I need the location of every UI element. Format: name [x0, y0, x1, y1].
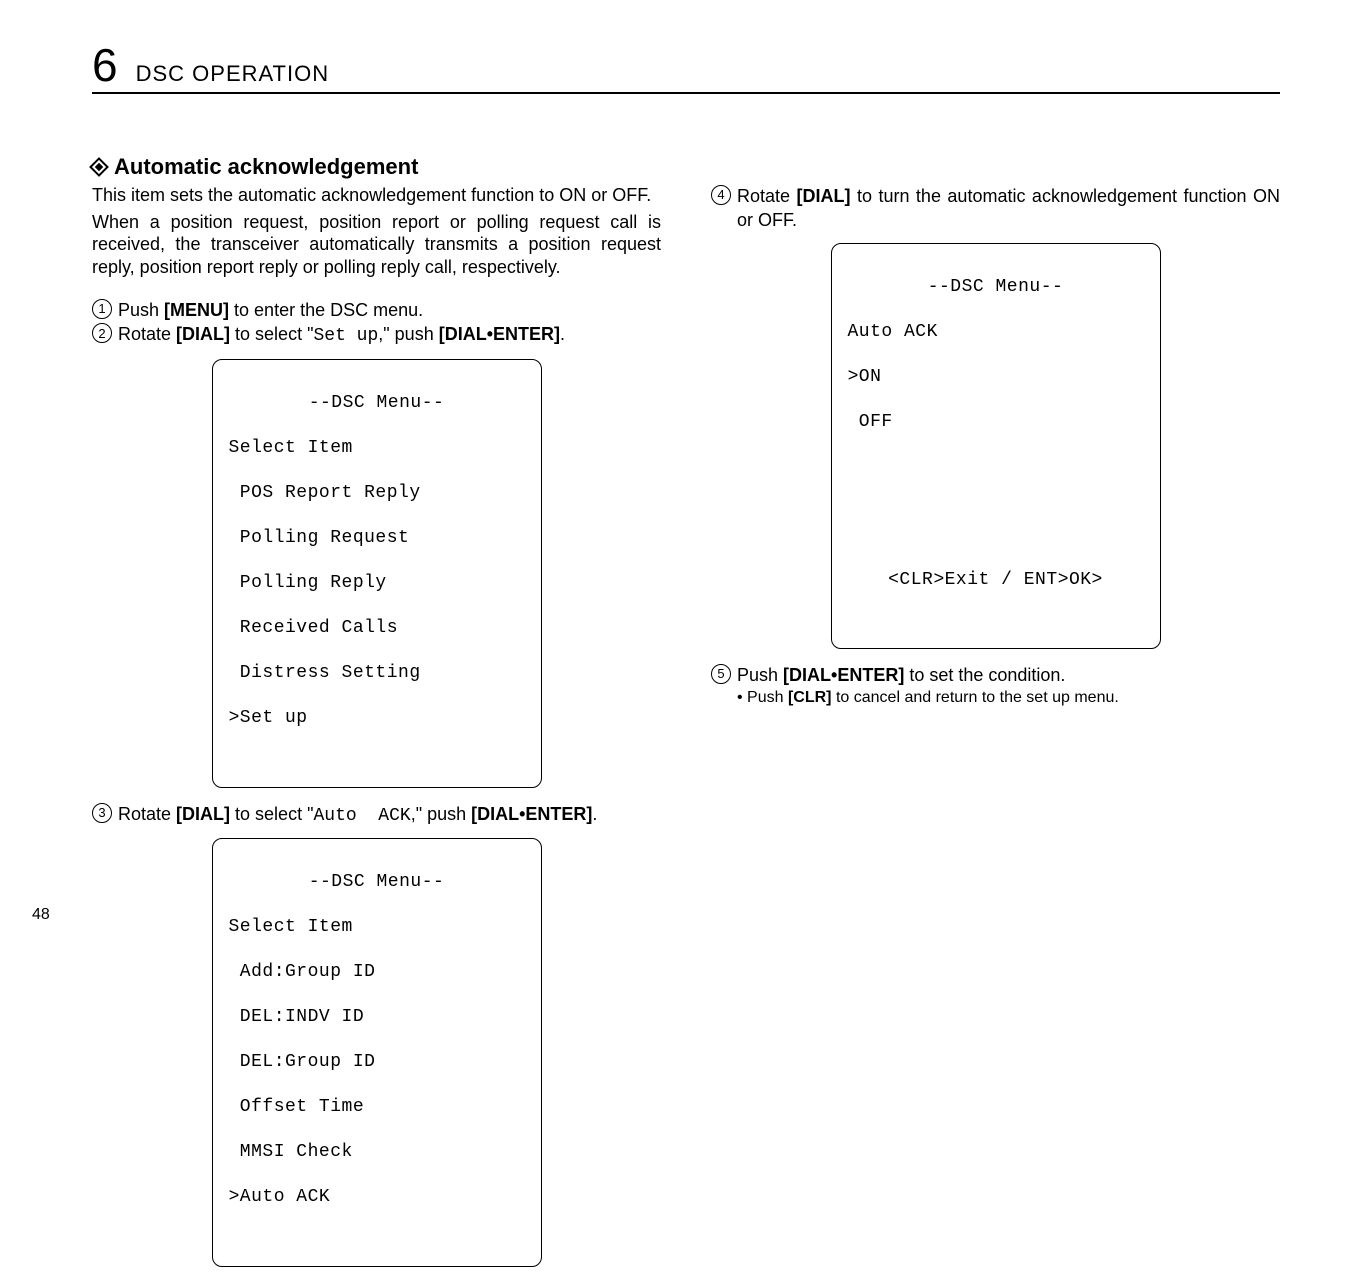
step-5: 5 Push [DIAL•ENTER] to set the condition… — [711, 663, 1280, 687]
section-heading: Automatic acknowledgement — [92, 154, 661, 180]
step-1-text: Push [MENU] to enter the DSC menu. — [118, 298, 661, 322]
lcd-screen-3: --DSC Menu-- Auto ACK ˃ON OFF <CLR˃Exit … — [831, 243, 1161, 650]
step-number-1: 1 — [92, 299, 112, 319]
step-5-substep-text: • Push [CLR] to cancel and return to the… — [737, 687, 1280, 709]
lcd2-line: Offset Time — [229, 1096, 525, 1119]
lcd3-line: OFF — [848, 411, 1144, 434]
right-column: 4 Rotate [DIAL] to turn the automatic ac… — [711, 154, 1280, 1279]
step-5-text: Push [DIAL•ENTER] to set the condition. — [737, 663, 1280, 687]
intro-paragraph-2: When a position request, position report… — [92, 211, 661, 279]
step-number-3: 3 — [92, 803, 112, 823]
lcd2-line: DEL:INDV ID — [229, 1006, 525, 1029]
step-3: 3 Rotate [DIAL] to select "Auto ACK," pu… — [92, 802, 661, 828]
step-2: 2 Rotate [DIAL] to select "Set up," push… — [92, 322, 661, 348]
lcd-screen-2: --DSC Menu-- Select Item Add:Group ID DE… — [212, 838, 542, 1267]
chapter-title: DSC OPERATION — [136, 61, 330, 87]
step-4-text: Rotate [DIAL] to turn the automatic ackn… — [737, 184, 1280, 233]
lcd2-line: Select Item — [229, 916, 525, 939]
diamond-icon — [89, 157, 109, 177]
lcd2-line: MMSI Check — [229, 1141, 525, 1164]
lcd2-line: DEL:Group ID — [229, 1051, 525, 1074]
intro-paragraph-1: This item sets the automatic acknowledge… — [92, 184, 661, 207]
lcd3-line: Auto ACK — [848, 321, 1144, 344]
step-number-5: 5 — [711, 664, 731, 684]
lcd1-line: Polling Request — [229, 527, 525, 550]
lcd3-footer: <CLR˃Exit / ENT˃OK> — [848, 569, 1144, 592]
step-5-substep: • Push [CLR] to cancel and return to the… — [737, 687, 1280, 709]
page: 6 DSC OPERATION Automatic acknowledgemen… — [0, 0, 1352, 954]
lcd2-line: Add:Group ID — [229, 961, 525, 984]
step-number-4: 4 — [711, 185, 731, 205]
lcd3-title: --DSC Menu-- — [848, 276, 1144, 299]
lcd1-line: Distress Setting — [229, 662, 525, 685]
step-3-text: Rotate [DIAL] to select "Auto ACK," push… — [118, 802, 661, 828]
step-4: 4 Rotate [DIAL] to turn the automatic ac… — [711, 184, 1280, 233]
lcd-screen-1: --DSC Menu-- Select Item POS Report Repl… — [212, 359, 542, 788]
lcd1-line: Received Calls — [229, 617, 525, 640]
section-heading-text: Automatic acknowledgement — [114, 154, 418, 180]
lcd1-line: POS Report Reply — [229, 482, 525, 505]
lcd-screen-3-wrap: --DSC Menu-- Auto ACK ˃ON OFF <CLR˃Exit … — [711, 243, 1280, 650]
page-number: 48 — [32, 906, 50, 924]
step-2-text: Rotate [DIAL] to select "Set up," push [… — [118, 322, 661, 348]
lcd2-line: ˃Auto ACK — [229, 1186, 525, 1209]
columns: Automatic acknowledgement This item sets… — [92, 154, 1280, 1279]
step-1: 1 Push [MENU] to enter the DSC menu. — [92, 298, 661, 322]
lcd-screen-1-wrap: --DSC Menu-- Select Item POS Report Repl… — [92, 359, 661, 788]
lcd3-line: ˃ON — [848, 366, 1144, 389]
lcd1-line: Select Item — [229, 437, 525, 460]
chapter-number: 6 — [92, 42, 118, 88]
left-column: Automatic acknowledgement This item sets… — [92, 154, 661, 1279]
lcd1-line: Polling Reply — [229, 572, 525, 595]
step-number-2: 2 — [92, 323, 112, 343]
lcd-screen-2-wrap: --DSC Menu-- Select Item Add:Group ID DE… — [92, 838, 661, 1267]
chapter-header: 6 DSC OPERATION — [92, 42, 1280, 94]
lcd2-title: --DSC Menu-- — [229, 871, 525, 894]
lcd1-line: ˃Set up — [229, 707, 525, 730]
lcd1-title: --DSC Menu-- — [229, 392, 525, 415]
